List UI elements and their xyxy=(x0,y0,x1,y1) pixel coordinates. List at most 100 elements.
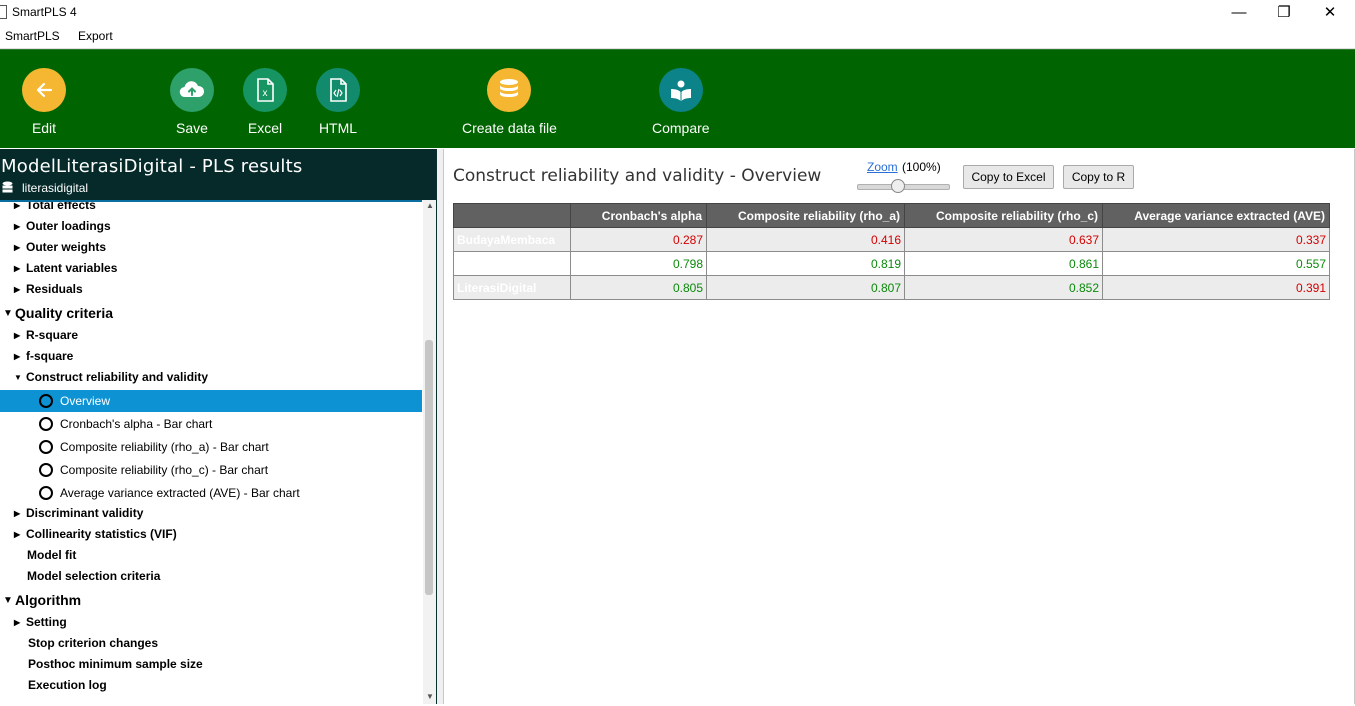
row-header[interactable]: LiterasiDigital xyxy=(453,275,571,300)
tree-item-f-square[interactable]: ▶ f-square xyxy=(14,349,73,363)
table-cell[interactable]: 0.798 xyxy=(570,251,707,276)
copy-to-r-button[interactable]: Copy to R xyxy=(1063,165,1134,189)
minimize-button[interactable]: — xyxy=(1216,0,1262,24)
tree-item-residuals[interactable]: ▶ Residuals xyxy=(14,282,83,296)
create-data-file-label: Create data file xyxy=(462,120,557,136)
app-icon xyxy=(0,5,7,19)
table-cell[interactable]: 0.287 xyxy=(570,227,707,252)
tree-section-quality-criteria[interactable]: ▼ Quality criteria xyxy=(3,305,113,321)
close-button[interactable]: ✕ xyxy=(1307,0,1353,24)
column-header[interactable]: Composite reliability (rho_a) xyxy=(706,203,905,228)
save-button[interactable]: Save xyxy=(170,68,214,136)
menu-bar: SmartPLS Export xyxy=(0,24,1355,49)
tree-item-r-square[interactable]: ▶ R-square xyxy=(14,328,78,342)
table-cell[interactable]: 0.637 xyxy=(904,227,1103,252)
tree-leaf-overview[interactable]: Overview xyxy=(0,390,422,412)
expand-arrow-icon: ▶ xyxy=(14,617,21,627)
tree-leaf-cronbach-bar[interactable]: Cronbach's alpha - Bar chart xyxy=(0,413,422,435)
create-data-file-button[interactable]: Create data file xyxy=(462,68,557,136)
results-tree: ▶ Total effects ▶ Outer loadings ▶ Outer we… xyxy=(0,200,422,706)
tree-item-collinearity[interactable]: ▶ Collinearity statistics (VIF) xyxy=(14,527,177,541)
edit-label: Edit xyxy=(31,120,57,136)
restore-button[interactable]: ❐ xyxy=(1261,0,1307,24)
copy-to-excel-button[interactable]: Copy to Excel xyxy=(963,165,1054,189)
circle-icon xyxy=(39,486,53,500)
row-header[interactable]: E-Resosources xyxy=(453,251,571,276)
table-cell[interactable]: 0.557 xyxy=(1102,251,1330,276)
excel-file-icon: x xyxy=(243,68,287,112)
expand-arrow-icon: ▶ xyxy=(14,263,21,273)
table-cell[interactable]: 0.819 xyxy=(706,251,905,276)
tree-item-total-effects[interactable]: ▶ Total effects xyxy=(14,202,96,212)
collapse-arrow-icon: ▼ xyxy=(3,594,13,606)
table-cell[interactable]: 0.807 xyxy=(706,275,905,300)
tree-section-algorithm[interactable]: ▼ Algorithm xyxy=(3,592,81,608)
tree-item-setting[interactable]: ▶ Setting xyxy=(14,615,67,629)
circle-icon xyxy=(39,417,53,431)
menu-export[interactable]: Export xyxy=(78,29,113,43)
book-user-icon xyxy=(658,68,703,112)
row-header[interactable]: BudayaMembaca xyxy=(453,227,571,252)
tree-item-outer-loadings[interactable]: ▶ Outer loadings xyxy=(14,219,111,233)
tree-leaf-rho-c-bar[interactable]: Composite reliability (rho_c) - Bar char… xyxy=(0,459,422,481)
toolbar: Edit Save x Excel HTML Create data file … xyxy=(0,49,1355,148)
expand-arrow-icon: ▶ xyxy=(14,330,21,340)
tree-item-model-fit[interactable]: Model fit xyxy=(27,548,76,562)
scroll-down-icon[interactable]: ▼ xyxy=(426,692,434,701)
zoom-link[interactable]: Zoom xyxy=(867,160,898,174)
expand-arrow-icon: ▶ xyxy=(14,284,21,294)
tree-item-posthoc[interactable]: Posthoc minimum sample size xyxy=(28,657,203,671)
window-title: SmartPLS 4 xyxy=(12,5,77,19)
edit-button[interactable]: Edit xyxy=(22,68,66,136)
tree-scrollbar[interactable]: ▲ ▼ xyxy=(423,200,436,704)
restore-icon: ❐ xyxy=(1277,4,1291,21)
circle-icon xyxy=(39,440,53,454)
tree-item-stop-criterion[interactable]: Stop criterion changes xyxy=(28,636,158,650)
table-cell[interactable]: 0.416 xyxy=(706,227,905,252)
table-cell[interactable]: 0.337 xyxy=(1102,227,1330,252)
results-header: ModelLiterasiDigital - PLS results liter… xyxy=(0,149,436,200)
collapse-arrow-icon: ▼ xyxy=(3,307,13,319)
minimize-icon: — xyxy=(1231,3,1247,21)
expand-arrow-icon: ▶ xyxy=(14,242,21,252)
column-header[interactable]: Average variance extracted (AVE) xyxy=(1102,203,1330,228)
expand-arrow-icon: ▶ xyxy=(14,351,21,361)
results-content: Construct reliability and validity - Ove… xyxy=(443,149,1355,704)
table-cell[interactable]: 0.861 xyxy=(904,251,1103,276)
zoom-value: (100%) xyxy=(902,160,941,174)
database-icon xyxy=(2,181,13,193)
tree-item-model-selection[interactable]: Model selection criteria xyxy=(27,569,160,583)
table-cell[interactable]: 0.391 xyxy=(1102,275,1330,300)
tree-item-execution-log[interactable]: Execution log xyxy=(28,678,107,692)
table-cell[interactable]: 0.852 xyxy=(904,275,1103,300)
table-cell[interactable]: 0.805 xyxy=(570,275,707,300)
tree-item-outer-weights[interactable]: ▶ Outer weights xyxy=(14,240,106,254)
zoom-slider-handle[interactable] xyxy=(891,179,905,193)
column-header[interactable]: Composite reliability (rho_c) xyxy=(904,203,1103,228)
tree-item-latent-variables[interactable]: ▶ Latent variables xyxy=(14,261,117,275)
column-header[interactable]: Cronbach's alpha xyxy=(570,203,707,228)
save-label: Save xyxy=(176,120,208,136)
tree-item-discriminant-validity[interactable]: ▶ Discriminant validity xyxy=(14,506,143,520)
results-title: ModelLiterasiDigital - PLS results xyxy=(1,156,303,177)
compare-button[interactable]: Compare xyxy=(652,68,710,136)
html-button[interactable]: HTML xyxy=(316,68,360,136)
excel-label: Excel xyxy=(247,120,283,136)
svg-text:x: x xyxy=(263,88,268,99)
circle-icon xyxy=(39,394,53,408)
scroll-up-icon[interactable]: ▲ xyxy=(426,201,434,210)
table-row: E-Resosources 0.798 0.819 0.861 0.557 xyxy=(453,251,1330,276)
arrow-left-icon xyxy=(22,68,66,112)
tree-leaf-rho-a-bar[interactable]: Composite reliability (rho_a) - Bar char… xyxy=(0,436,422,458)
circle-icon xyxy=(39,463,53,477)
excel-button[interactable]: x Excel xyxy=(243,68,287,136)
table-row: LiterasiDigital 0.805 0.807 0.852 0.391 xyxy=(453,275,1330,300)
scrollbar-thumb[interactable] xyxy=(425,340,433,595)
corner-header-cell xyxy=(453,203,571,228)
results-navigator: ModelLiterasiDigital - PLS results liter… xyxy=(0,149,438,704)
tree-item-construct-reliability[interactable]: ▼ Construct reliability and validity xyxy=(14,370,208,384)
html-file-icon xyxy=(316,68,360,112)
results-view: Construct reliability and validity - Ove… xyxy=(437,149,1355,704)
menu-smartpls[interactable]: SmartPLS xyxy=(5,29,60,43)
tree-leaf-ave-bar[interactable]: Average variance extracted (AVE) - Bar c… xyxy=(0,482,422,504)
